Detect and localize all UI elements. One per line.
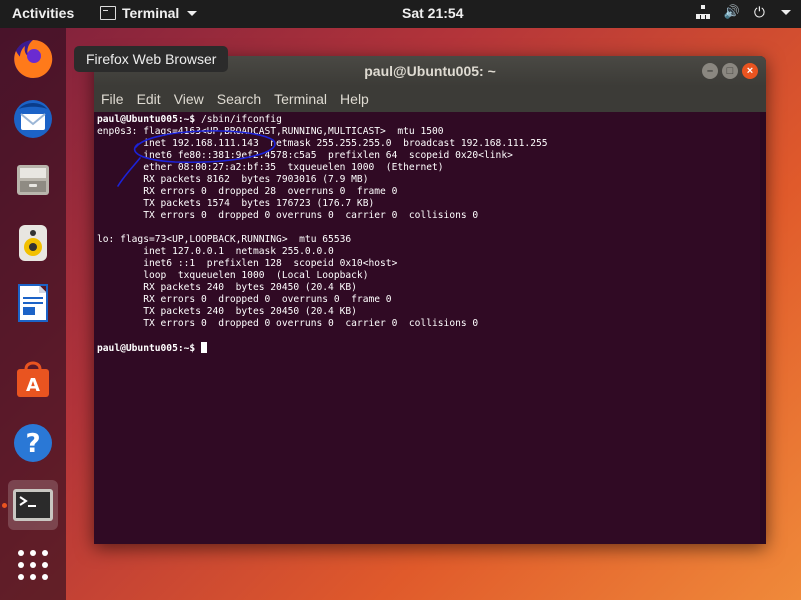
menu-search[interactable]: Search [217,86,261,112]
terminal-icon [13,489,53,521]
dock-files[interactable] [8,154,58,204]
volume-icon[interactable]: 🔊 [724,5,740,19]
chevron-down-icon[interactable] [781,9,791,15]
output-line: enp0s3: flags=4163<UP,BROADCAST,RUNNING,… [97,126,444,137]
app-menu-terminal[interactable]: Terminal [100,5,198,21]
output-line: lo: flags=73<UP,LOOPBACK,RUNNING> mtu 65… [97,234,352,245]
system-tray[interactable]: 🔊 ⏻ [695,5,791,19]
app-menu-label: Terminal [122,5,180,21]
power-icon[interactable]: ⏻ [754,5,765,19]
output-line: RX errors 0 dropped 28 overruns 0 frame … [97,186,398,197]
output-line: ether 08:00:27:a2:bf:35 txqueuelen 1000 … [97,162,444,173]
terminal-output[interactable]: paul@Ubuntu005:~$ /sbin/ifconfig enp0s3:… [94,112,766,544]
text-cursor [200,342,207,353]
files-icon [17,165,49,195]
output-line: inet6 ::1 prefixlen 128 scopeid 0x10<hos… [97,258,398,269]
output-line: RX errors 0 dropped 0 overruns 0 frame 0 [97,294,392,305]
minimize-button[interactable]: – [702,63,718,79]
svg-text:A: A [26,375,40,396]
dock-rhythmbox[interactable] [8,218,58,268]
dock-help[interactable]: ? [8,418,58,468]
show-applications-button[interactable] [8,540,58,590]
dock-thunderbird[interactable] [8,94,58,144]
prompt: paul@Ubuntu005:~$ [97,114,196,125]
apps-grid-icon [18,550,48,580]
thunderbird-icon [14,100,52,138]
activities-button[interactable]: Activities [12,5,74,21]
output-line: TX errors 0 dropped 0 overruns 0 carrier… [97,318,479,329]
menu-file[interactable]: File [101,86,124,112]
menu-view[interactable]: View [174,86,204,112]
menu-terminal[interactable]: Terminal [274,86,327,112]
window-title: paul@Ubuntu005: ~ [364,63,496,79]
dock-ubuntu-software[interactable]: A [8,354,58,404]
output-line: loop txqueuelen 1000 (Local Loopback) [97,270,369,281]
close-button[interactable]: × [742,63,758,79]
output-line: TX packets 1574 bytes 176723 (176.7 KB) [97,198,375,209]
terminal-icon [100,6,116,20]
command-text: /sbin/ifconfig [195,114,282,125]
speaker-icon [19,225,47,261]
chevron-down-icon [187,10,198,16]
maximize-button[interactable]: □ [722,63,738,79]
dock-tooltip: Firefox Web Browser [74,46,229,72]
window-controls: – □ × [702,63,758,79]
output-line: inet 192.168.111.143 netmask 255.255.255… [97,138,548,149]
top-bar: Activities Terminal Sat 21:54 🔊 ⏻ [0,0,801,28]
document-icon [18,284,48,322]
prompt: paul@Ubuntu005:~$ [97,343,196,354]
output-line: RX packets 8162 bytes 7903016 (7.9 MB) [97,174,369,185]
clock[interactable]: Sat 21:54 [402,5,463,21]
help-icon: ? [14,424,52,462]
terminal-window: paul@Ubuntu005: ~ – □ × File Edit View S… [94,56,766,544]
scrollbar[interactable] [760,112,766,544]
output-line: inet 127.0.0.1 netmask 255.0.0.0 [97,246,334,257]
output-line: RX packets 240 bytes 20450 (20.4 KB) [97,282,357,293]
network-icon[interactable] [695,5,710,19]
firefox-icon [14,39,53,78]
output-line: TX errors 0 dropped 0 overruns 0 carrier… [97,210,479,221]
software-bag-icon: A [17,361,49,397]
output-line: TX packets 240 bytes 20450 (20.4 KB) [97,306,357,317]
output-line: inet6 fe80::381:9ef2:4578:c5a5 prefixlen… [97,150,513,161]
dock: A ? [0,28,66,600]
dock-firefox[interactable] [8,34,58,84]
menu-edit[interactable]: Edit [137,86,161,112]
menu-bar: File Edit View Search Terminal Help [94,86,766,112]
svg-text:?: ? [25,429,40,459]
menu-help[interactable]: Help [340,86,369,112]
active-indicator [2,503,7,508]
dock-terminal[interactable] [8,480,58,530]
dock-libreoffice-writer[interactable] [8,278,58,328]
